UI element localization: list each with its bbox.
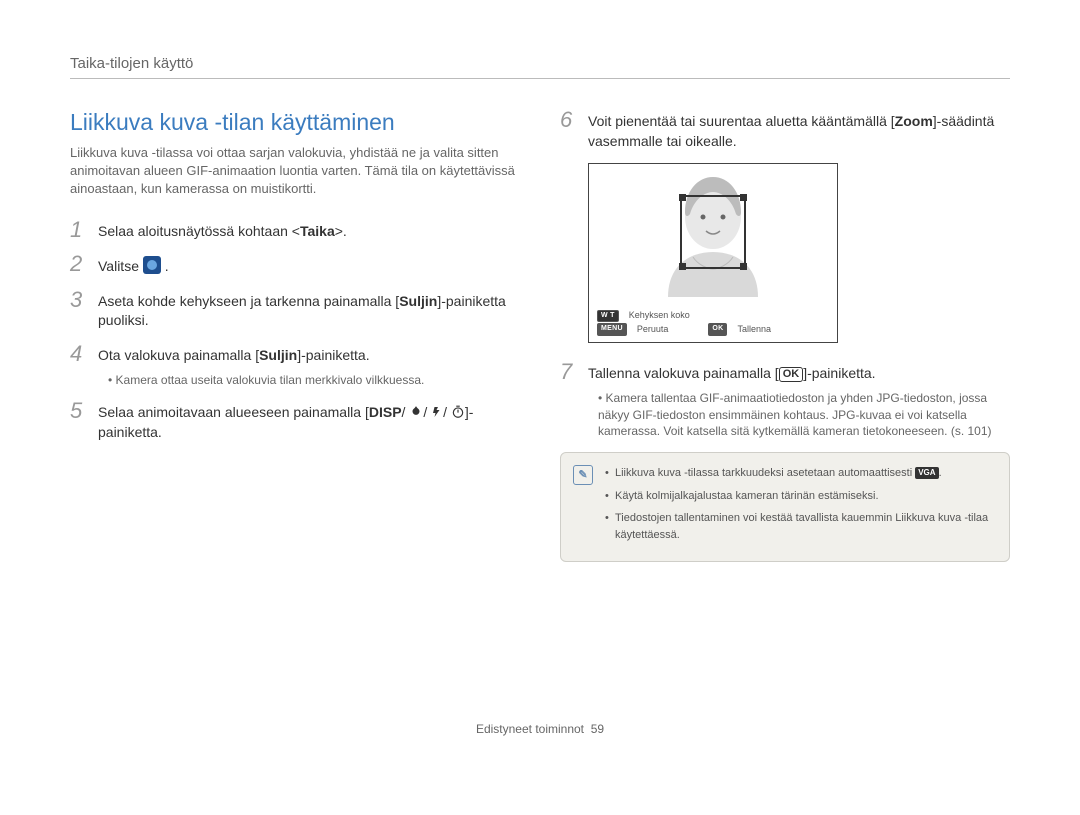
- note-item: Käytä kolmijalkajalustaa kameran tärinän…: [605, 488, 995, 505]
- mode-icon: [143, 256, 161, 274]
- two-column-layout: Liikkuva kuva -tilan käyttäminen Liikkuv…: [70, 109, 1010, 562]
- macro-icon: [409, 405, 423, 419]
- step-note: Kamera tallentaa GIF-animaatiotiedoston …: [598, 390, 1010, 440]
- step-1: 1 Selaa aloitusnäytössä kohtaan <Taika>.: [70, 219, 520, 242]
- note-text: .: [939, 467, 942, 479]
- wt-badge: W T: [597, 310, 619, 323]
- manual-page: Taika-tilojen käyttö Liikkuva kuva -tila…: [0, 0, 1080, 756]
- step-text: Voit pienentää tai suurentaa aluetta kää…: [588, 113, 895, 129]
- step-number: 3: [70, 289, 88, 331]
- section-title: Liikkuva kuva -tilan käyttäminen: [70, 109, 520, 136]
- step-text: Ota valokuva painamalla [: [98, 347, 259, 363]
- step-text: >.: [335, 223, 347, 239]
- selection-box: [680, 195, 746, 269]
- disp-button-label: DISP: [369, 404, 402, 420]
- resize-handle: [679, 194, 686, 201]
- resize-handle: [679, 263, 686, 270]
- step-2: 2 Valitse .: [70, 253, 520, 277]
- step-text: ]-painiketta.: [297, 347, 369, 363]
- slash: /: [402, 404, 406, 420]
- step-bold: Taika: [300, 223, 335, 239]
- note-item: Liikkuva kuva -tilassa tarkkuudeksi aset…: [605, 465, 995, 482]
- note-text: Liikkuva kuva -tilassa tarkkuudeksi aset…: [615, 467, 915, 479]
- screen-footer: W T Kehyksen koko MENU Peruuta OK Tallen…: [597, 309, 829, 336]
- step-number: 4: [70, 343, 88, 388]
- footer-section: Edistyneet toiminnot: [476, 722, 584, 736]
- timer-icon: [451, 405, 465, 419]
- step-note: Kamera ottaa useita valokuvia tilan merk…: [108, 372, 520, 389]
- info-note-box: ✎ Liikkuva kuva -tilassa tarkkuudeksi as…: [560, 452, 1010, 562]
- info-icon: ✎: [573, 465, 593, 485]
- intro-paragraph: Liikkuva kuva -tilassa voi ottaa sarjan …: [70, 144, 520, 199]
- save-label: Tallenna: [737, 323, 771, 337]
- step-text: Selaa animoitavaan alueeseen painamalla …: [98, 404, 369, 420]
- step-body: Voit pienentää tai suurentaa aluetta kää…: [588, 109, 1010, 151]
- flash-icon: [431, 405, 443, 419]
- step-number: 1: [70, 219, 88, 242]
- note-item: Tiedostojen tallentaminen voi kestää tav…: [605, 510, 995, 543]
- vga-badge: VGA: [915, 467, 938, 479]
- step-6: 6 Voit pienentää tai suurentaa aluetta k…: [560, 109, 1010, 151]
- step-body: Tallenna valokuva painamalla [OK]-painik…: [588, 361, 1010, 440]
- page-footer: Edistyneet toiminnot 59: [70, 722, 1010, 736]
- slash: /: [423, 404, 427, 420]
- step-body: Valitse .: [98, 253, 520, 277]
- step-bold: Suljin: [399, 293, 437, 309]
- slash: /: [443, 404, 447, 420]
- step-bold: Suljin: [259, 347, 297, 363]
- step-body: Ota valokuva painamalla [Suljin]-painike…: [98, 343, 520, 388]
- left-column: Liikkuva kuva -tilan käyttäminen Liikkuv…: [70, 109, 520, 562]
- header-breadcrumb: Taika-tilojen käyttö: [70, 55, 1010, 79]
- resize-handle: [740, 194, 747, 201]
- step-number: 6: [560, 109, 578, 151]
- step-text: Tallenna valokuva painamalla [: [588, 365, 779, 381]
- step-text-end: .: [165, 258, 169, 274]
- step-number: 7: [560, 361, 578, 440]
- ok-button-icon: OK: [779, 367, 804, 382]
- cancel-label: Peruuta: [637, 323, 669, 337]
- step-body: Selaa aloitusnäytössä kohtaan <Taika>.: [98, 219, 520, 242]
- step-body: Selaa animoitavaan alueeseen painamalla …: [98, 400, 520, 442]
- step-bold: Zoom: [895, 113, 933, 129]
- ok-badge: OK: [708, 323, 727, 336]
- page-number: 59: [591, 722, 604, 736]
- right-column: 6 Voit pienentää tai suurentaa aluetta k…: [560, 109, 1010, 562]
- step-5: 5 Selaa animoitavaan alueeseen painamall…: [70, 400, 520, 442]
- step-3: 3 Aseta kohde kehykseen ja tarkenna pain…: [70, 289, 520, 331]
- frame-size-label: Kehyksen koko: [629, 309, 690, 323]
- step-4: 4 Ota valokuva painamalla [Suljin]-paini…: [70, 343, 520, 388]
- menu-badge: MENU: [597, 323, 627, 336]
- step-number: 5: [70, 400, 88, 442]
- resize-handle: [740, 263, 747, 270]
- step-text: ]-painiketta.: [803, 365, 875, 381]
- step-text: Selaa aloitusnäytössä kohtaan <: [98, 223, 300, 239]
- step-text: Aseta kohde kehykseen ja tarkenna painam…: [98, 293, 399, 309]
- step-number: 2: [70, 253, 88, 277]
- step-body: Aseta kohde kehykseen ja tarkenna painam…: [98, 289, 520, 331]
- step-7: 7 Tallenna valokuva painamalla [OK]-pain…: [560, 361, 1010, 440]
- step-text: Valitse: [98, 258, 143, 274]
- camera-screen-illustration: W T Kehyksen koko MENU Peruuta OK Tallen…: [588, 163, 838, 343]
